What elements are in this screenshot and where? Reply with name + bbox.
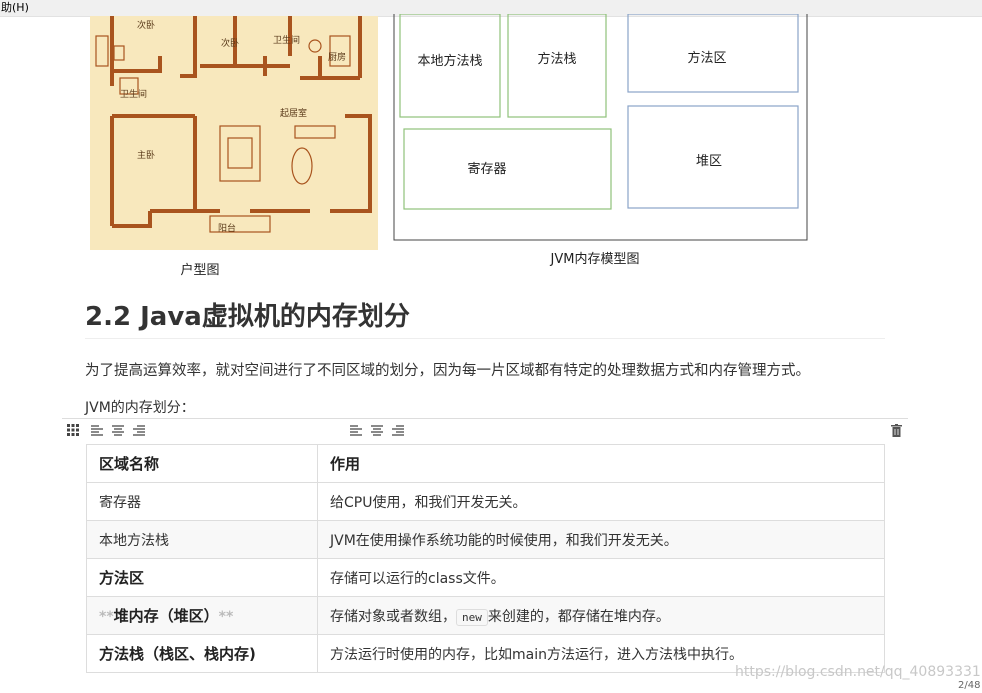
table-cell: 方法区 [86,558,318,597]
menu-help[interactable]: 助(H) [0,1,29,14]
inline-code: new [456,608,488,626]
watermark: https://blog.csdn.net/qq_40893331 [735,664,981,680]
trash-icon[interactable] [891,424,902,437]
intro-paragraph: 为了提高运算效率，就对空间进行了不同区域的划分，因为每一片区域都有特定的处理数据… [85,363,810,379]
room-label: 阳台 [218,222,236,234]
markdown-marker: ** [99,609,114,625]
room-label: 次卧 [221,37,239,49]
table-cell: 寄存器 [86,482,318,521]
table-header-row: 区域名称 作用 [86,444,885,483]
table-cell: JVM在使用操作系统功能的时候使用，和我们开发无关。 [317,520,885,559]
table-cell: 给CPU使用，和我们开发无关。 [317,482,885,521]
table-cell-text: 堆内存（堆区） [113,607,219,625]
align-left-icon[interactable] [350,424,362,436]
jvm-memory-diagram: 本地方法栈 方法栈 方法区 寄存器 堆区 [393,14,808,241]
table-cell: 存储可以运行的class文件。 [317,558,885,597]
table-row: 本地方法栈 JVM在使用操作系统功能的时候使用，和我们开发无关。 [86,520,885,559]
table-cell-text: 来创建的，都存储在堆内存。 [487,608,670,625]
align-center-icon[interactable] [371,424,383,436]
align-center-icon[interactable] [112,424,124,436]
table-cell: 存储对象或者数组， new 来创建的，都存储在堆内存。 [317,596,885,635]
jvm-box-register: 寄存器 [467,161,506,177]
floor-plan-caption: 户型图 [180,263,220,278]
table-cell: **堆内存（堆区）** [86,596,318,635]
floor-plan-image: 次卧 次卧 卫生间 厨房 卫生间 起居室 主卧 阳台 [90,16,378,250]
align-right-icon[interactable] [392,424,404,436]
room-label: 次卧 [137,19,155,31]
table-toolbar [62,418,908,443]
markdown-marker: ** [218,609,234,625]
room-label: 卫生间 [120,88,147,100]
room-label: 卫生间 [273,34,300,46]
room-label: 主卧 [137,149,155,161]
jvm-box-method-area: 方法区 [687,50,726,66]
page-number: 2/48 [958,680,981,691]
jvm-box-method-stack: 方法栈 [537,51,576,67]
table-cell: 本地方法栈 [86,520,318,559]
room-label: 起居室 [280,107,307,119]
align-right-icon[interactable] [133,424,145,436]
table-header: 作用 [317,444,885,483]
table-intro: JVM的内存划分： [85,400,195,416]
table-cell-text: 存储对象或者数组， [330,608,456,625]
jvm-diagram-caption: JVM内存模型图 [550,252,640,267]
jvm-box-native-stack: 本地方法栈 [417,53,482,69]
section-heading: 2.2 Java虚拟机的内存划分 [85,302,410,332]
align-left-icon[interactable] [91,424,103,436]
table-row: **堆内存（堆区）** 存储对象或者数组， new 来创建的，都存储在堆内存。 [86,596,885,635]
jvm-box-heap: 堆区 [696,154,722,169]
room-label: 厨房 [328,51,346,63]
table-row: 方法区 存储可以运行的class文件。 [86,558,885,597]
memory-table: 区域名称 作用 寄存器 给CPU使用，和我们开发无关。 本地方法栈 JVM在使用… [86,444,885,673]
table-grid-icon[interactable] [67,424,79,436]
table-row: 寄存器 给CPU使用，和我们开发无关。 [86,482,885,521]
table-header: 区域名称 [86,444,318,483]
table-cell: 方法栈（栈区、栈内存) [86,634,318,673]
heading-divider [85,338,885,339]
